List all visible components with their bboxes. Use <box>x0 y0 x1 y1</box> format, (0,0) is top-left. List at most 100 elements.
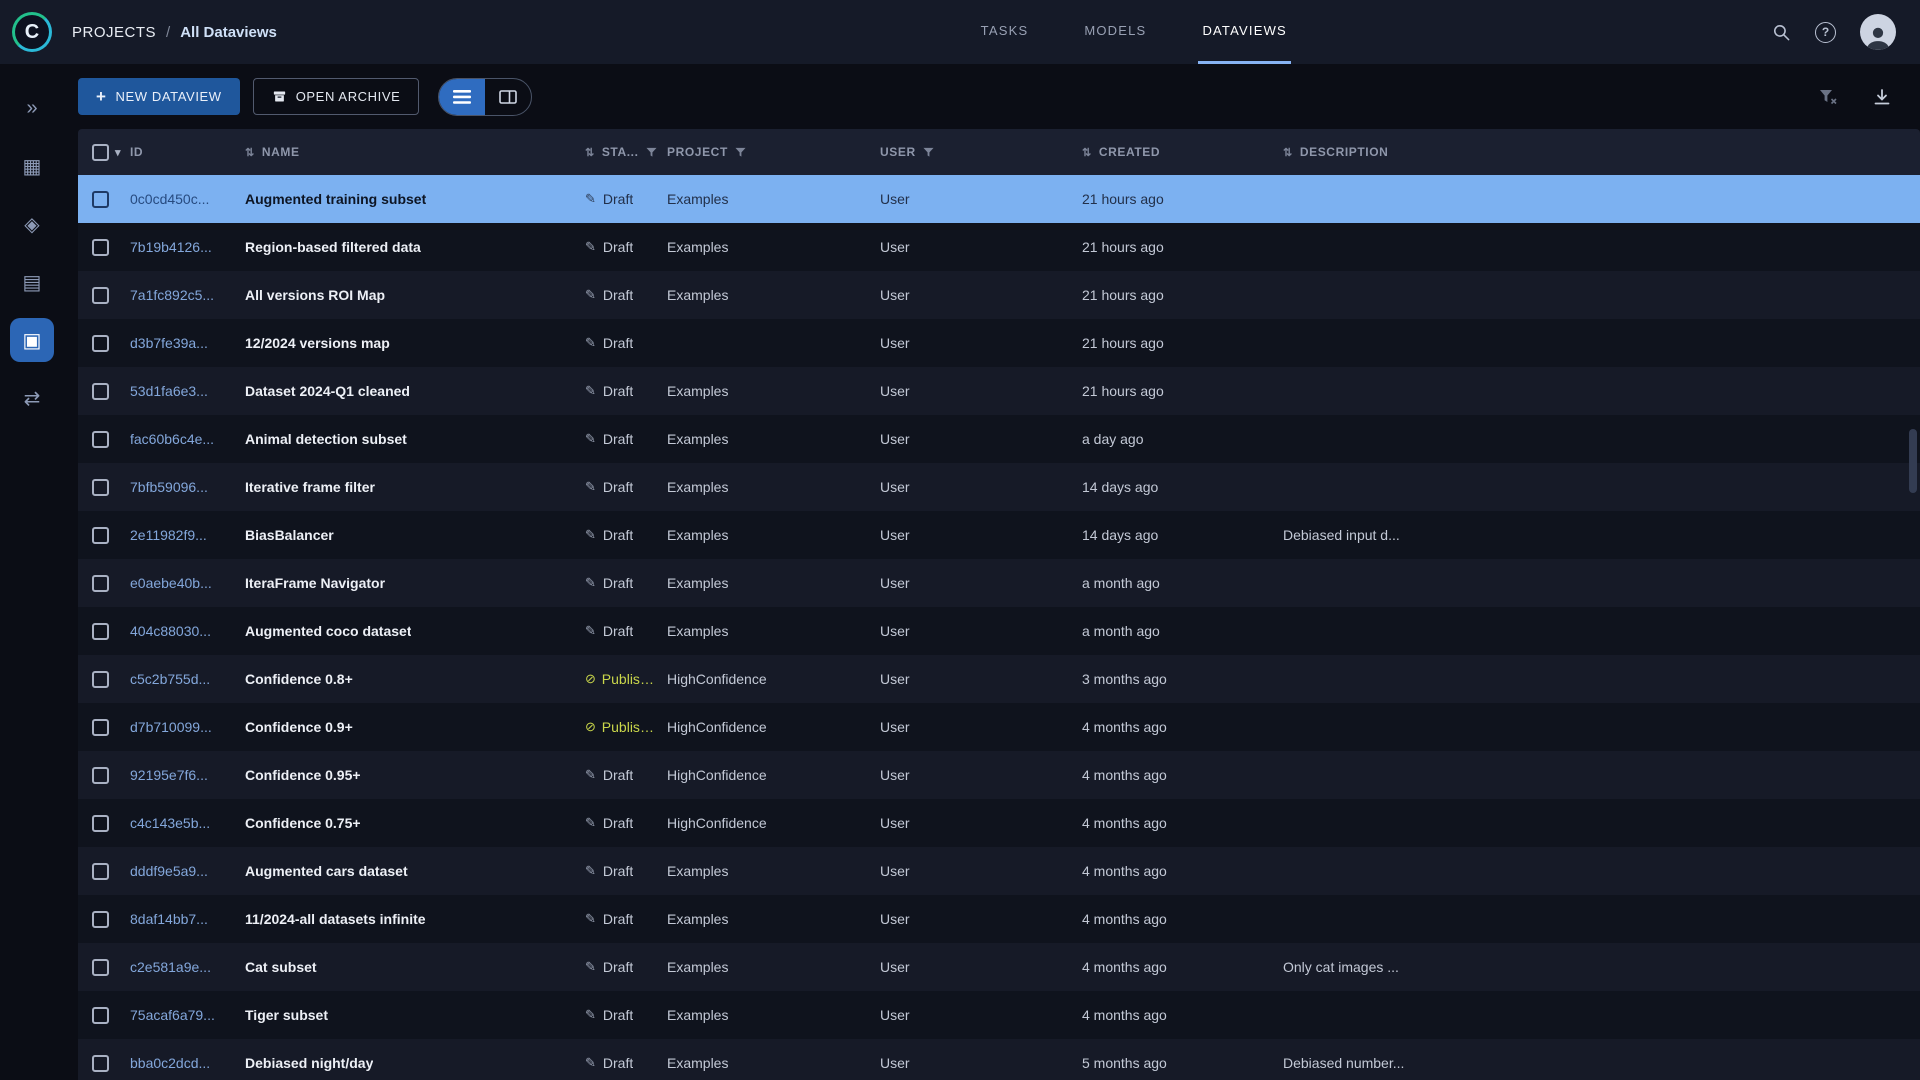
row-id[interactable]: d3b7fe39a... <box>130 335 208 351</box>
row-checkbox[interactable] <box>92 238 109 256</box>
row-id[interactable]: c4c143e5b... <box>130 815 210 831</box>
row-id[interactable]: dddf9e5a9... <box>130 863 208 879</box>
tab-dataviews[interactable]: DATAVIEWS <box>1198 0 1291 64</box>
table-row[interactable]: 0c0cd450c... Augmented training subset ✎… <box>78 175 1920 223</box>
select-all-checkbox[interactable] <box>92 143 109 161</box>
table-row[interactable]: d3b7fe39a... 12/2024 versions map ✎ Draf… <box>78 319 1920 367</box>
sort-icon[interactable]: ⇅ <box>1082 146 1092 159</box>
column-header-project[interactable]: PROJECT <box>667 129 880 175</box>
row-id[interactable]: 92195e7f6... <box>130 767 208 783</box>
column-header-created[interactable]: ⇅ CREATED <box>1082 129 1283 175</box>
row-checkbox[interactable] <box>92 910 109 928</box>
user-avatar[interactable] <box>1860 14 1896 50</box>
row-checkbox[interactable] <box>92 526 109 544</box>
row-id[interactable]: 53d1fa6e3... <box>130 383 208 399</box>
table-row[interactable]: e0aebe40b... IteraFrame Navigator ✎ Draf… <box>78 559 1920 607</box>
scrollbar-thumb[interactable] <box>1909 429 1917 493</box>
row-name[interactable]: IteraFrame Navigator <box>245 575 385 591</box>
row-name[interactable]: Cat subset <box>245 959 317 975</box>
row-name[interactable]: Debiased night/day <box>245 1055 373 1071</box>
split-view-toggle[interactable] <box>485 79 531 115</box>
tab-models[interactable]: MODELS <box>1080 0 1150 64</box>
row-id[interactable]: c5c2b755d... <box>130 671 210 687</box>
row-name[interactable]: Region-based filtered data <box>245 239 421 255</box>
table-row[interactable]: c2e581a9e... Cat subset ✎ Draft Examples… <box>78 943 1920 991</box>
sidebar-item-reports[interactable]: ▤ <box>10 260 54 304</box>
row-id[interactable]: bba0c2dcd... <box>130 1055 210 1071</box>
column-header-user[interactable]: USER <box>880 129 1082 175</box>
row-id[interactable]: 404c88030... <box>130 623 211 639</box>
row-name[interactable]: Confidence 0.9+ <box>245 719 353 735</box>
row-id[interactable]: fac60b6c4e... <box>130 431 214 447</box>
sidebar-item-getting-started[interactable]: » <box>10 86 54 130</box>
row-checkbox[interactable] <box>92 382 109 400</box>
row-checkbox[interactable] <box>92 1006 109 1024</box>
row-name[interactable]: Dataset 2024-Q1 cleaned <box>245 383 410 399</box>
search-icon[interactable] <box>1772 23 1791 42</box>
table-row[interactable]: d7b710099... Confidence 0.9+ ⊘ Published… <box>78 703 1920 751</box>
table-row[interactable]: 7b19b4126... Region-based filtered data … <box>78 223 1920 271</box>
row-name[interactable]: Confidence 0.75+ <box>245 815 361 831</box>
row-id[interactable]: 75acaf6a79... <box>130 1007 215 1023</box>
sort-icon[interactable]: ⇅ <box>1283 146 1293 159</box>
breadcrumb-projects[interactable]: PROJECTS <box>72 24 156 41</box>
sidebar-item-dataviews[interactable]: ▣ <box>10 318 54 362</box>
row-checkbox[interactable] <box>92 334 109 352</box>
row-name[interactable]: Animal detection subset <box>245 431 407 447</box>
table-row[interactable]: 53d1fa6e3... Dataset 2024-Q1 cleaned ✎ D… <box>78 367 1920 415</box>
row-checkbox[interactable] <box>92 574 109 592</box>
row-checkbox[interactable] <box>92 766 109 784</box>
row-checkbox[interactable] <box>92 478 109 496</box>
table-row[interactable]: 404c88030... Augmented coco dataset ✎ Dr… <box>78 607 1920 655</box>
sort-icon[interactable]: ⇅ <box>585 146 595 159</box>
row-name[interactable]: Iterative frame filter <box>245 479 375 495</box>
row-id[interactable]: c2e581a9e... <box>130 959 211 975</box>
table-row[interactable]: dddf9e5a9... Augmented cars dataset ✎ Dr… <box>78 847 1920 895</box>
row-checkbox[interactable] <box>92 814 109 832</box>
row-id[interactable]: 2e11982f9... <box>130 527 207 543</box>
row-name[interactable]: Augmented training subset <box>245 191 426 207</box>
table-row[interactable]: bba0c2dcd... Debiased night/day ✎ Draft … <box>78 1039 1920 1080</box>
table-row[interactable]: c5c2b755d... Confidence 0.8+ ⊘ Published… <box>78 655 1920 703</box>
row-id[interactable]: 7bfb59096... <box>130 479 208 495</box>
row-checkbox[interactable] <box>92 430 109 448</box>
clearml-logo[interactable]: C <box>12 12 52 52</box>
row-id[interactable]: 7b19b4126... <box>130 239 212 255</box>
row-id[interactable]: d7b710099... <box>130 719 212 735</box>
table-row[interactable]: 8daf14bb7... 11/2024-all datasets infini… <box>78 895 1920 943</box>
row-name[interactable]: Augmented coco dataset <box>245 623 411 639</box>
row-name[interactable]: Tiger subset <box>245 1007 328 1023</box>
table-row[interactable]: 75acaf6a79... Tiger subset ✎ Draft Examp… <box>78 991 1920 1039</box>
row-checkbox[interactable] <box>92 190 109 208</box>
select-all-caret-icon[interactable]: ▾ <box>115 146 121 159</box>
row-name[interactable]: BiasBalancer <box>245 527 334 543</box>
row-checkbox[interactable] <box>92 862 109 880</box>
sort-icon[interactable]: ⇅ <box>245 146 255 159</box>
row-checkbox[interactable] <box>92 1054 109 1072</box>
table-row[interactable]: c4c143e5b... Confidence 0.75+ ✎ Draft Hi… <box>78 799 1920 847</box>
new-dataview-button[interactable]: + NEW DATAVIEW <box>78 78 240 115</box>
filter-icon[interactable] <box>646 147 657 158</box>
row-id[interactable]: 7a1fc892c5... <box>130 287 214 303</box>
filter-icon[interactable] <box>735 147 746 158</box>
open-archive-button[interactable]: OPEN ARCHIVE <box>252 78 420 115</box>
row-checkbox[interactable] <box>92 958 109 976</box>
row-checkbox[interactable] <box>92 718 109 736</box>
row-name[interactable]: Confidence 0.8+ <box>245 671 353 687</box>
table-row[interactable]: 7bfb59096... Iterative frame filter ✎ Dr… <box>78 463 1920 511</box>
filter-icon[interactable] <box>923 147 934 158</box>
table-row[interactable]: fac60b6c4e... Animal detection subset ✎ … <box>78 415 1920 463</box>
column-header-id[interactable]: ID <box>130 129 245 175</box>
table-row[interactable]: 2e11982f9... BiasBalancer ✎ Draft Exampl… <box>78 511 1920 559</box>
tab-tasks[interactable]: TASKS <box>977 0 1033 64</box>
row-checkbox[interactable] <box>92 622 109 640</box>
row-id[interactable]: e0aebe40b... <box>130 575 212 591</box>
column-header-status[interactable]: ⇅ STA... <box>585 129 667 175</box>
help-icon[interactable]: ? <box>1815 21 1836 43</box>
sidebar-item-pipelines[interactable]: ◈ <box>10 202 54 246</box>
row-id[interactable]: 8daf14bb7... <box>130 911 208 927</box>
row-name[interactable]: 12/2024 versions map <box>245 335 390 351</box>
row-name[interactable]: Confidence 0.95+ <box>245 767 361 783</box>
sidebar-item-datasets[interactable]: ▦ <box>10 144 54 188</box>
download-icon[interactable] <box>1872 87 1892 107</box>
